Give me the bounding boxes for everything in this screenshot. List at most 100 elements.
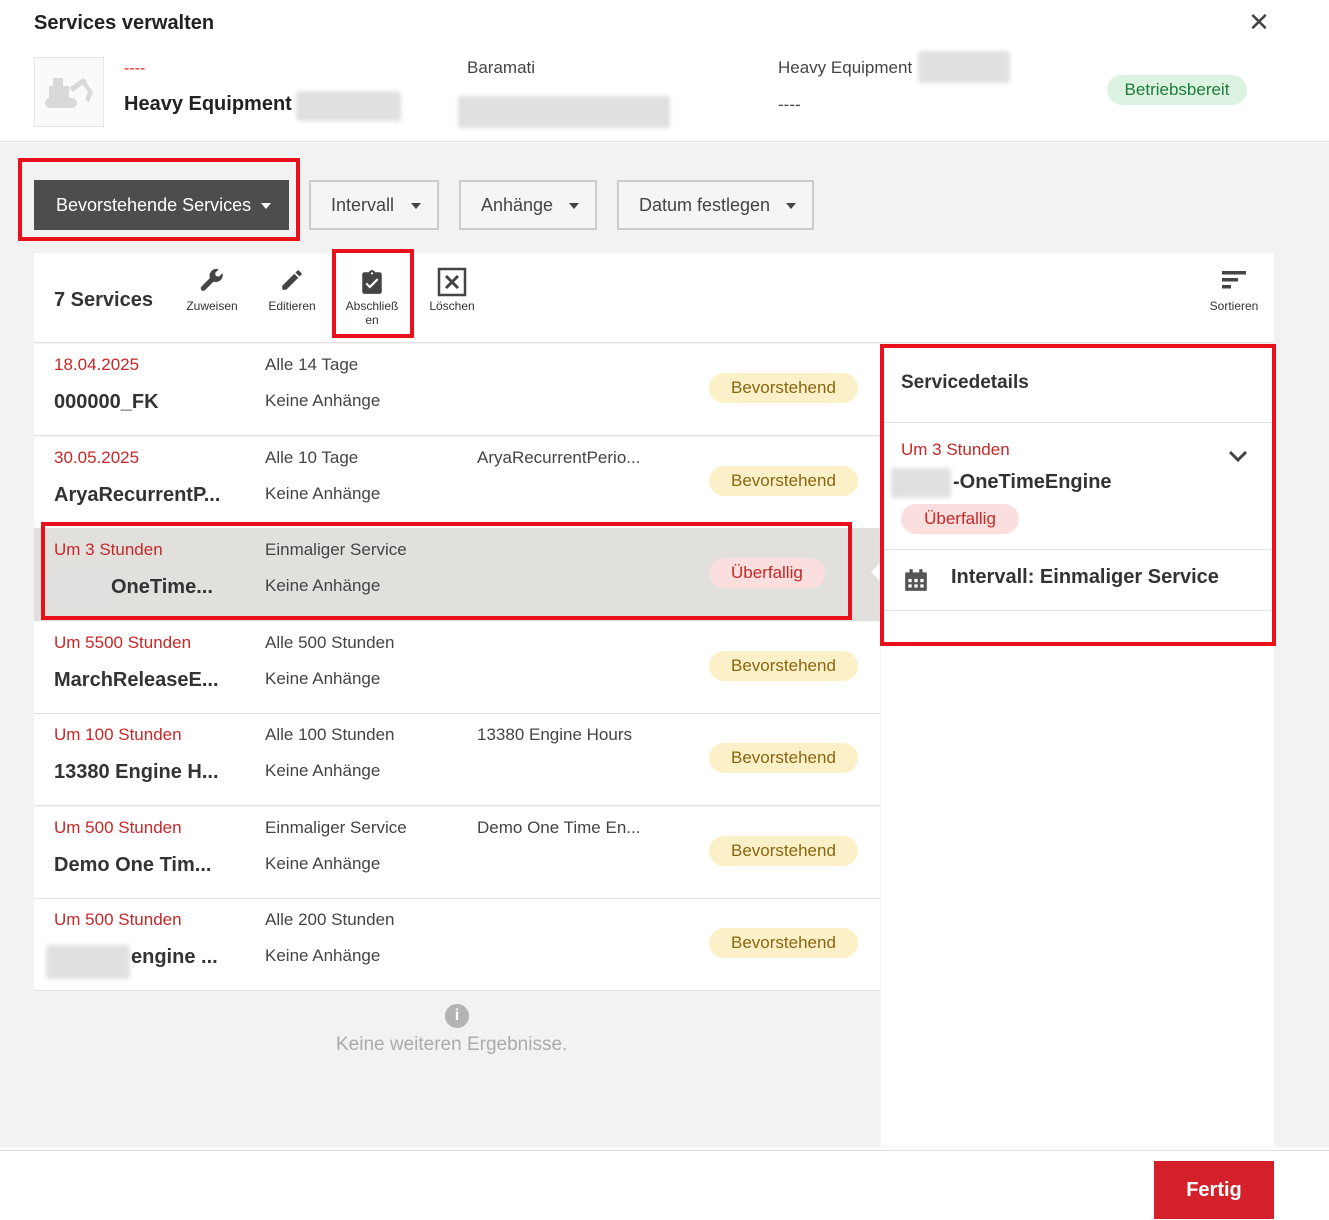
equipment-status-badge: Betriebsbereit	[1107, 75, 1247, 105]
service-due: Um 100 Stunden	[54, 725, 182, 744]
status-badge: Bevorstehend	[709, 928, 858, 958]
clipboard-check-icon	[362, 270, 382, 294]
status-badge: Bevorstehend	[709, 651, 858, 681]
service-interval: Alle 200 Stunden	[265, 910, 395, 929]
assign-label: Zuweisen	[186, 299, 238, 313]
service-interval: Alle 100 Stunden	[265, 725, 395, 744]
service-description: 13380 Engine Hours	[477, 725, 633, 744]
redacted-name-prefix	[891, 468, 951, 498]
filter-label: Bevorstehende Services	[56, 194, 252, 215]
equipment-type: Heavy Equipment	[778, 58, 913, 77]
service-due: Um 500 Stunden	[54, 910, 182, 929]
service-interval: Alle 10 Tage	[265, 448, 359, 467]
service-due: Um 3 Stunden	[54, 540, 163, 559]
equipment-type-sub: ----	[778, 95, 801, 114]
service-due: Um 5500 Stunden	[54, 633, 192, 652]
service-details-panel: Servicedetails Um 3 Stunden -OneTimeEngi…	[881, 344, 1274, 1146]
list-item[interactable]: 30.05.2025 AryaRecurrentP... Alle 10 Tag…	[34, 437, 880, 529]
service-name: Demo One Tim...	[54, 854, 212, 876]
filter-interval[interactable]: Intervall	[309, 180, 439, 230]
divider	[881, 549, 1274, 550]
filter-upcoming-services[interactable]: Bevorstehende Services	[34, 180, 289, 230]
service-interval: Einmaliger Service	[265, 818, 407, 837]
dialog-title: Services verwalten	[34, 12, 215, 34]
no-more-results: Keine weiteren Ergebnisse.	[336, 1034, 568, 1055]
edit-label: Editieren	[268, 299, 316, 313]
service-name: OneTime...	[111, 576, 213, 598]
service-attachments: Keine Anhänge	[265, 576, 381, 595]
equipment-label-dash: ----	[124, 60, 146, 77]
status-badge: Bevorstehend	[709, 743, 858, 773]
details-interval: Intervall: Einmaliger Service	[951, 566, 1219, 588]
status-badge: Bevorstehend	[709, 373, 858, 403]
list-item[interactable]: Um 500 Stunden engine ... Alle 200 Stund…	[34, 899, 880, 991]
details-due: Um 3 Stunden	[901, 440, 1010, 459]
caret-down-icon	[569, 203, 579, 209]
sort-icon	[1222, 271, 1246, 289]
sort-button[interactable]: Sortieren	[1194, 267, 1274, 313]
equipment-name: Heavy Equipment	[124, 93, 292, 115]
divider	[881, 422, 1274, 423]
calendar-icon	[905, 569, 927, 591]
assign-button[interactable]: Zuweisen	[172, 267, 252, 313]
services-toolbar: 7 Services Zuweisen Editieren Abschließ …	[34, 253, 1274, 343]
service-attachments: Keine Anhänge	[265, 391, 381, 410]
list-item-selected[interactable]: Um 3 Stunden OneTime... Einmaliger Servi…	[34, 529, 880, 621]
service-attachments: Keine Anhänge	[265, 484, 381, 503]
service-name: MarchReleaseE...	[54, 669, 219, 691]
excavator-icon	[34, 57, 104, 127]
status-badge: Bevorstehend	[709, 836, 858, 866]
divider	[881, 610, 1274, 611]
redacted-name-prefix	[46, 945, 130, 979]
service-name: AryaRecurrentP...	[54, 484, 221, 506]
caret-down-icon	[411, 203, 421, 209]
equipment-location: Baramati	[467, 58, 536, 77]
close-icon[interactable]: ✕	[1246, 9, 1272, 36]
details-status-badge: Überfallig	[901, 504, 1019, 534]
service-interval: Alle 500 Stunden	[265, 633, 395, 652]
edit-button[interactable]: Editieren	[252, 267, 332, 313]
service-name: 13380 Engine H...	[54, 761, 219, 783]
filter-label: Datum festlegen	[639, 194, 771, 215]
complete-label-line2: en	[365, 313, 379, 327]
delete-button[interactable]: Löschen	[412, 267, 492, 313]
filter-label: Anhänge	[481, 194, 554, 215]
service-attachments: Keine Anhänge	[265, 669, 381, 688]
done-button[interactable]: Fertig	[1154, 1161, 1274, 1219]
redacted-type-detail	[918, 51, 1010, 83]
status-badge: Bevorstehend	[709, 466, 858, 496]
list-item[interactable]: Um 500 Stunden Demo One Tim... Einmalige…	[34, 807, 880, 899]
complete-label-line1: Abschließ	[345, 299, 399, 313]
filter-label: Intervall	[331, 194, 395, 215]
complete-button[interactable]: Abschließ en	[332, 267, 412, 327]
pencil-icon	[282, 270, 302, 290]
service-due: 30.05.2025	[54, 448, 140, 467]
service-attachments: Keine Anhänge	[265, 854, 381, 873]
filter-set-date[interactable]: Datum festlegen	[617, 180, 814, 230]
dialog-header: Services verwalten ✕ ---- Heavy Equipmen…	[0, 0, 1329, 142]
services-count: 7 Services	[54, 289, 153, 311]
service-description: Demo One Time En...	[477, 818, 641, 837]
dialog-footer	[0, 1150, 1329, 1220]
service-due: Um 500 Stunden	[54, 818, 182, 837]
sort-label: Sortieren	[1209, 299, 1259, 313]
service-attachments: Keine Anhänge	[265, 761, 381, 780]
delete-label: Löschen	[429, 299, 475, 313]
chevron-down-icon[interactable]	[1226, 444, 1250, 468]
redacted-serial	[296, 91, 401, 121]
list-item[interactable]: Um 5500 Stunden MarchReleaseE... Alle 50…	[34, 622, 880, 714]
service-name: engine ...	[131, 946, 218, 968]
delete-box-icon	[437, 267, 467, 297]
list-item[interactable]: Um 100 Stunden 13380 Engine H... Alle 10…	[34, 714, 880, 806]
info-icon: i	[445, 1004, 469, 1028]
service-interval: Alle 14 Tage	[265, 355, 359, 374]
status-badge: Überfallig	[709, 558, 825, 588]
list-item[interactable]: 18.04.2025 000000_FK Alle 14 Tage Keine …	[34, 344, 880, 436]
selection-pointer	[871, 562, 881, 582]
service-description: AryaRecurrentPerio...	[477, 448, 641, 467]
filter-attachments[interactable]: Anhänge	[459, 180, 597, 230]
details-title: Servicedetails	[901, 372, 1029, 393]
details-service-name: -OneTimeEngine	[953, 471, 1112, 493]
wrench-icon	[200, 268, 223, 291]
service-attachments: Keine Anhänge	[265, 946, 381, 965]
